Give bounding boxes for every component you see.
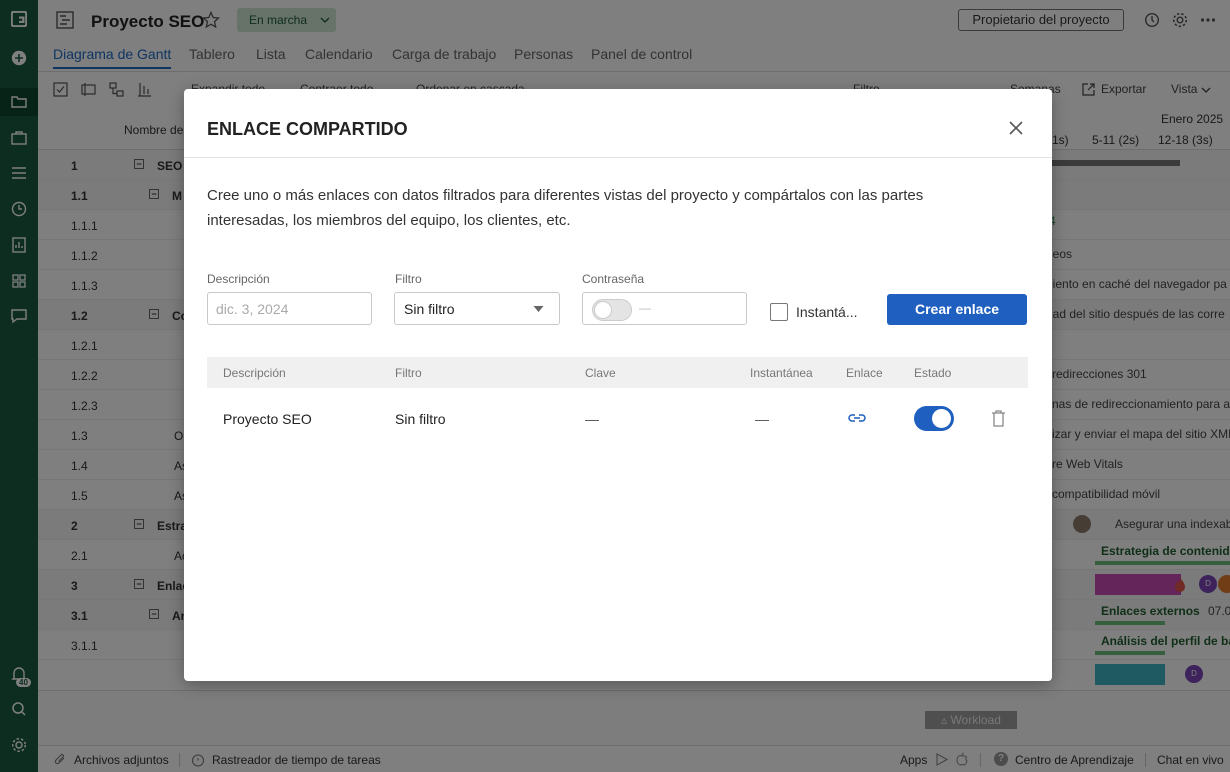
column-header-description: Descripción	[223, 366, 286, 380]
create-link-button[interactable]: Crear enlace	[887, 294, 1027, 325]
copy-link-icon[interactable]	[848, 411, 866, 425]
links-table-header: Descripción Filtro Clave Instantánea Enl…	[207, 357, 1028, 388]
snapshot-checkbox[interactable]	[770, 303, 788, 321]
column-header-status: Estado	[914, 366, 952, 380]
row-snapshot: —	[755, 411, 769, 427]
filter-select[interactable]: Sin filtro	[394, 292, 560, 325]
link-status-toggle[interactable]	[914, 406, 954, 431]
filter-select-value: Sin filtro	[404, 301, 455, 317]
caret-down-icon	[533, 306, 544, 312]
row-key: —	[585, 411, 599, 427]
row-description: Proyecto SEO	[223, 411, 312, 427]
filter-field-label: Filtro	[395, 272, 422, 286]
modal-description: Cree uno o más enlaces con datos filtrad…	[207, 187, 924, 229]
password-placeholder-dash: —	[639, 301, 651, 315]
column-header-snapshot: Instantánea	[750, 366, 813, 380]
column-header-filter: Filtro	[395, 366, 422, 380]
modal-title: ENLACE COMPARTIDO	[207, 119, 408, 139]
delete-trash-icon[interactable]	[991, 410, 1006, 427]
column-header-link: Enlace	[846, 366, 883, 380]
modal-divider	[184, 157, 1052, 158]
row-filter: Sin filtro	[395, 411, 446, 427]
password-toggle-knob	[594, 301, 612, 319]
snapshot-checkbox-label: Instantá...	[796, 304, 858, 320]
description-input[interactable]	[207, 292, 372, 325]
password-field-label: Contraseña	[582, 272, 645, 286]
description-field-label: Descripción	[207, 272, 270, 286]
link-status-toggle-knob	[932, 409, 951, 428]
password-toggle[interactable]	[592, 299, 632, 321]
password-field[interactable]: —	[582, 292, 747, 325]
column-header-key: Clave	[585, 366, 616, 380]
close-icon[interactable]	[1007, 119, 1025, 137]
shared-link-modal: ENLACE COMPARTIDO Cree uno o más enlaces…	[184, 89, 1052, 681]
